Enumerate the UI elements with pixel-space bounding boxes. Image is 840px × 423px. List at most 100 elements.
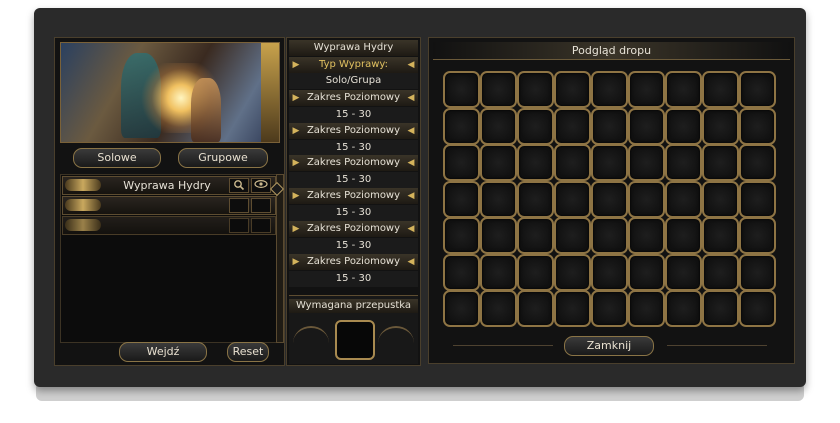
drop-slot[interactable] (702, 180, 739, 218)
group-button[interactable]: Grupowe (178, 148, 268, 168)
drop-slot[interactable] (443, 71, 480, 108)
list-item-hydra[interactable]: Wyprawa Hydry (62, 176, 276, 195)
arrow-left-icon: ◀ (407, 158, 415, 168)
drop-slot[interactable] (739, 217, 776, 254)
drop-slot[interactable] (554, 144, 591, 181)
drop-slot[interactable] (517, 71, 554, 108)
drop-slot[interactable] (443, 217, 480, 254)
drop-slot[interactable] (739, 107, 776, 145)
arrow-left-icon: ◀ (407, 191, 415, 201)
drop-slot[interactable] (591, 180, 628, 218)
drop-slot[interactable] (517, 253, 554, 291)
expedition-details-panel: Wyprawa Hydry ▶ Typ Wyprawy: ◀ Solo/Grup… (286, 37, 421, 366)
drop-slot[interactable] (739, 180, 776, 218)
range-label: Zakres Poziomowy (306, 125, 401, 136)
drop-slot[interactable] (591, 253, 628, 291)
ornament-icon (65, 219, 101, 231)
drop-slot[interactable] (665, 253, 702, 291)
ornament-icon (65, 179, 101, 191)
drop-slot[interactable] (628, 180, 665, 218)
drop-slot[interactable] (665, 71, 702, 108)
required-pass-slot[interactable] (335, 320, 375, 360)
arrow-left-icon: ◀ (407, 93, 415, 103)
list-scrollbar[interactable] (276, 174, 284, 343)
type-value: Solo/Grupa (289, 73, 418, 89)
drop-slot[interactable] (480, 71, 517, 108)
drop-slot[interactable] (665, 290, 702, 327)
close-button[interactable]: Zamknij (564, 336, 654, 356)
required-pass-label: Wymagana przepustka (289, 299, 418, 313)
magnifier-icon[interactable] (229, 178, 249, 193)
drop-slot[interactable] (480, 253, 517, 291)
drop-slot[interactable] (591, 290, 628, 327)
drop-slot[interactable] (591, 144, 628, 181)
drop-slot[interactable] (443, 290, 480, 327)
drop-slot[interactable] (554, 107, 591, 145)
arrow-right-icon: ▶ (292, 191, 300, 201)
solo-button[interactable]: Solowe (73, 148, 161, 168)
drop-slot[interactable] (517, 290, 554, 327)
drop-slot[interactable] (591, 107, 628, 145)
drop-slot[interactable] (480, 107, 517, 145)
drop-slot[interactable] (739, 71, 776, 108)
drop-slot[interactable] (554, 180, 591, 218)
drop-slot[interactable] (628, 217, 665, 254)
reset-button[interactable]: Reset (227, 342, 269, 362)
drop-slot[interactable] (739, 290, 776, 327)
drop-slot[interactable] (517, 107, 554, 145)
drop-slot[interactable] (665, 217, 702, 254)
drop-slot[interactable] (739, 253, 776, 291)
drop-grid (443, 71, 776, 327)
range-label-row: ▶ Zakres Poziomowy ◀ (289, 188, 418, 204)
enter-button[interactable]: Wejdź (119, 342, 207, 362)
drop-slot[interactable] (665, 107, 702, 145)
drop-slot[interactable] (591, 217, 628, 254)
drop-slot[interactable] (443, 107, 480, 145)
drop-slot[interactable] (702, 290, 739, 327)
drop-slot[interactable] (443, 144, 480, 181)
ornament-icon (293, 326, 329, 360)
arrow-right-icon: ▶ (292, 126, 300, 136)
list-item-empty[interactable] (62, 216, 276, 235)
drop-slot[interactable] (702, 144, 739, 181)
drop-slot[interactable] (554, 253, 591, 291)
drop-slot[interactable] (554, 217, 591, 254)
drop-slot[interactable] (739, 144, 776, 181)
arrow-left-icon: ◀ (407, 126, 415, 136)
window-shadow (36, 385, 804, 401)
drop-slot[interactable] (628, 253, 665, 291)
drop-slot[interactable] (665, 144, 702, 181)
eye-icon[interactable] (251, 178, 271, 193)
drop-slot[interactable] (628, 71, 665, 108)
drop-slot[interactable] (517, 144, 554, 181)
drop-slot[interactable] (480, 217, 517, 254)
range-label-row: ▶ Zakres Poziomowy ◀ (289, 254, 418, 270)
drop-slot[interactable] (702, 217, 739, 254)
drop-slot[interactable] (480, 144, 517, 181)
expedition-list-panel: Solowe Grupowe Wyprawa Hydry Wejdź Reset (54, 37, 285, 366)
drop-slot[interactable] (702, 71, 739, 108)
drop-slot[interactable] (591, 71, 628, 108)
arrow-right-icon: ▶ (292, 257, 300, 267)
list-item-empty[interactable] (62, 196, 276, 215)
drop-slot[interactable] (702, 107, 739, 145)
drop-slot[interactable] (480, 290, 517, 327)
list-item-label (107, 217, 227, 234)
drop-slot[interactable] (628, 144, 665, 181)
drop-slot[interactable] (665, 180, 702, 218)
drop-slot[interactable] (443, 253, 480, 291)
drop-slot[interactable] (443, 180, 480, 218)
drop-slot[interactable] (628, 290, 665, 327)
type-label: Typ Wyprawy: (319, 59, 388, 70)
type-label-row: ▶ Typ Wyprawy: ◀ (289, 57, 418, 73)
range-value: 15 - 30 (289, 107, 418, 123)
details-title: Wyprawa Hydry (289, 40, 418, 56)
drop-slot[interactable] (517, 180, 554, 218)
drop-slot[interactable] (554, 290, 591, 327)
drop-slot[interactable] (702, 253, 739, 291)
arrow-right-icon: ▶ (292, 60, 300, 70)
drop-slot[interactable] (480, 180, 517, 218)
drop-slot[interactable] (628, 107, 665, 145)
drop-slot[interactable] (517, 217, 554, 254)
drop-slot[interactable] (554, 71, 591, 108)
